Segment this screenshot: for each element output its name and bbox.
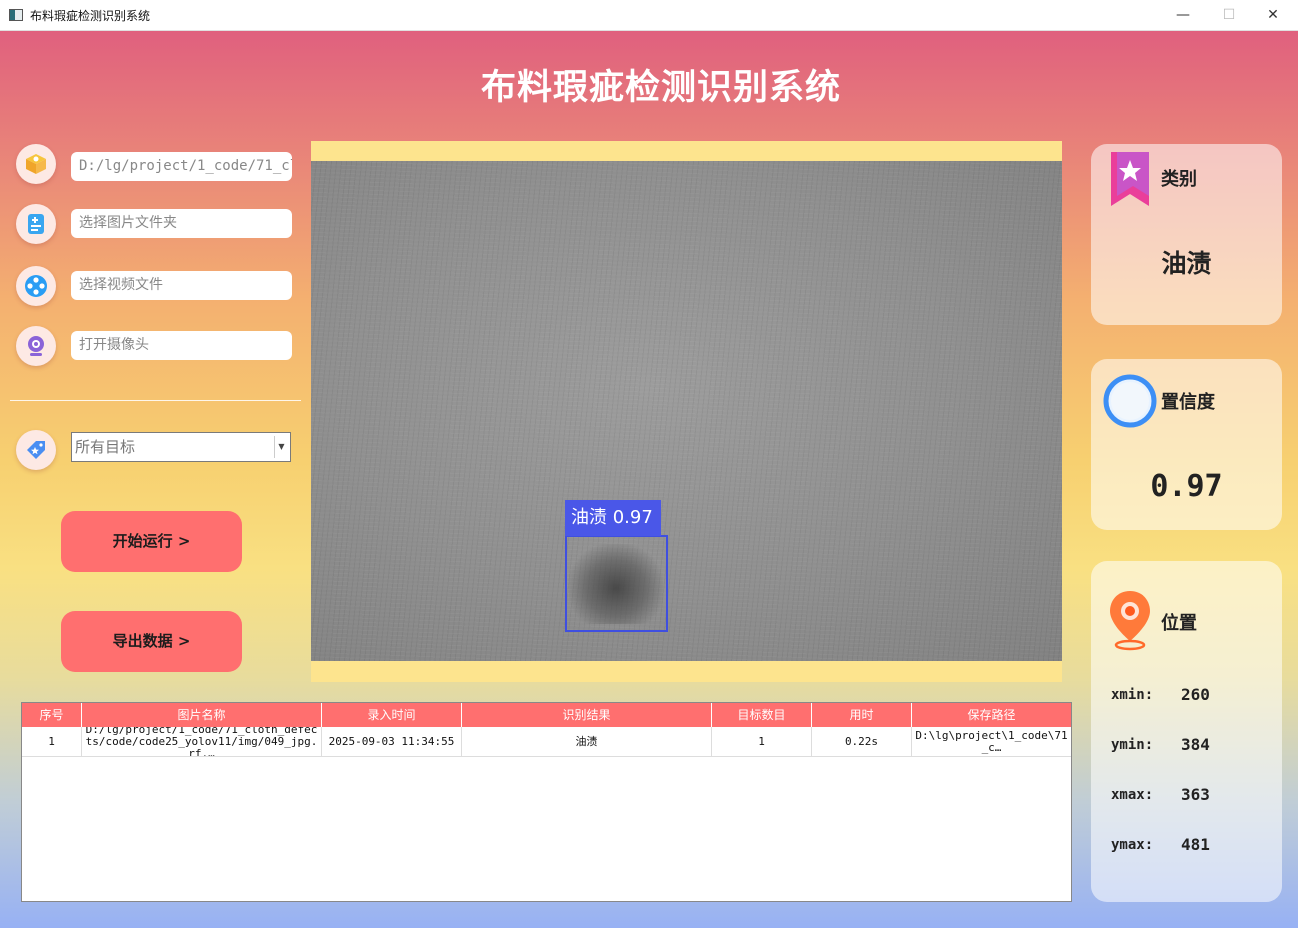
webcam-icon[interactable] (16, 326, 56, 366)
class-value: 油渍 (1161, 249, 1212, 278)
image-display: 油渍 0.97 (311, 141, 1062, 682)
cell-save-path: D:\lg\project\1_code\71_c… (912, 727, 1071, 757)
fabric-image: 油渍 0.97 (311, 161, 1062, 661)
detection-box (565, 535, 668, 632)
video-input[interactable]: 选择视频文件 (71, 271, 292, 300)
cell-duration: 0.22s (812, 727, 912, 757)
ymax-row: ymax: 481 (1111, 835, 1210, 854)
start-button[interactable]: 开始运行 > (61, 511, 242, 572)
col-header-image-name[interactable]: 图片名称 (82, 703, 322, 727)
position-label: 位置 (1161, 613, 1197, 634)
image-file-icon[interactable] (16, 144, 56, 184)
target-select[interactable]: 所有目标 ▼ (71, 432, 291, 462)
map-pin-icon (1110, 591, 1150, 651)
target-select-value: 所有目标 (75, 438, 136, 456)
col-header-result[interactable]: 识别结果 (462, 703, 712, 727)
cell-image-name: D:/lg/project/1_code/71_cloth_defects/co… (82, 727, 322, 757)
col-header-count[interactable]: 目标数目 (712, 703, 812, 727)
ymax-label: ymax: (1111, 837, 1154, 853)
col-header-time[interactable]: 录入时间 (322, 703, 462, 727)
xmax-label: xmax: (1111, 787, 1154, 803)
col-header-duration[interactable]: 用时 (812, 703, 912, 727)
results-table[interactable]: 序号 图片名称 录入时间 识别结果 目标数目 用时 保存路径 1 D:/lg/p… (21, 702, 1072, 902)
export-button[interactable]: 导出数据 > (61, 611, 242, 672)
ymin-row: ymin: 384 (1111, 735, 1210, 754)
xmin-row: xmin: 260 (1111, 685, 1210, 704)
app-icon (9, 9, 23, 21)
detection-label: 油渍 0.97 (565, 500, 661, 536)
app-title: 布料瑕疵检测识别系统 (480, 67, 841, 108)
cell-index: 1 (22, 727, 82, 757)
divider (10, 400, 301, 401)
ymax-value: 481 (1181, 835, 1210, 854)
folder-input[interactable]: 选择图片文件夹 (71, 209, 292, 238)
ymin-value: 384 (1181, 735, 1210, 754)
window-title: 布料瑕疵检测识别系统 (30, 9, 151, 23)
ring-icon (1103, 374, 1157, 428)
xmax-row: xmax: 363 (1111, 785, 1210, 804)
xmin-value: 260 (1181, 685, 1210, 704)
window-titlebar: 布料瑕疵检测识别系统 — ☐ ✕ (0, 0, 1298, 31)
table-header: 序号 图片名称 录入时间 识别结果 目标数目 用时 保存路径 (22, 703, 1071, 727)
minimize-button[interactable]: — (1160, 0, 1206, 31)
xmax-value: 363 (1181, 785, 1210, 804)
confidence-card: 置信度 0.97 (1091, 359, 1282, 530)
camera-input[interactable]: 打开摄像头 (71, 331, 292, 360)
cell-result: 油渍 (462, 727, 712, 757)
maximize-button[interactable]: ☐ (1206, 0, 1252, 31)
confidence-label: 置信度 (1161, 392, 1215, 413)
tag-star-icon (16, 430, 56, 470)
image-path-input[interactable]: D:/lg/project/1_code/71_cloth_defects/co… (71, 152, 292, 181)
position-card: 位置 xmin: 260 ymin: 384 xmax: 363 ymax: 4… (1091, 561, 1282, 902)
ymin-label: ymin: (1111, 737, 1154, 753)
bookmark-star-icon (1111, 152, 1149, 206)
close-button[interactable]: ✕ (1250, 0, 1296, 31)
main-area: 布料瑕疵检测识别系统 D:/lg/project/1_code/71_cloth… (0, 31, 1298, 928)
cell-time: 2025-09-03 11:34:55 (322, 727, 462, 757)
xmin-label: xmin: (1111, 687, 1154, 703)
col-header-index[interactable]: 序号 (22, 703, 82, 727)
video-reel-icon[interactable] (16, 266, 56, 306)
confidence-value: 0.97 (1150, 469, 1223, 504)
class-card: 类别 油渍 (1091, 144, 1282, 325)
folder-add-icon[interactable] (16, 204, 56, 244)
class-label: 类别 (1161, 169, 1197, 190)
col-header-save-path[interactable]: 保存路径 (912, 703, 1071, 727)
cell-count: 1 (712, 727, 812, 757)
chevron-down-icon[interactable]: ▼ (274, 436, 288, 458)
